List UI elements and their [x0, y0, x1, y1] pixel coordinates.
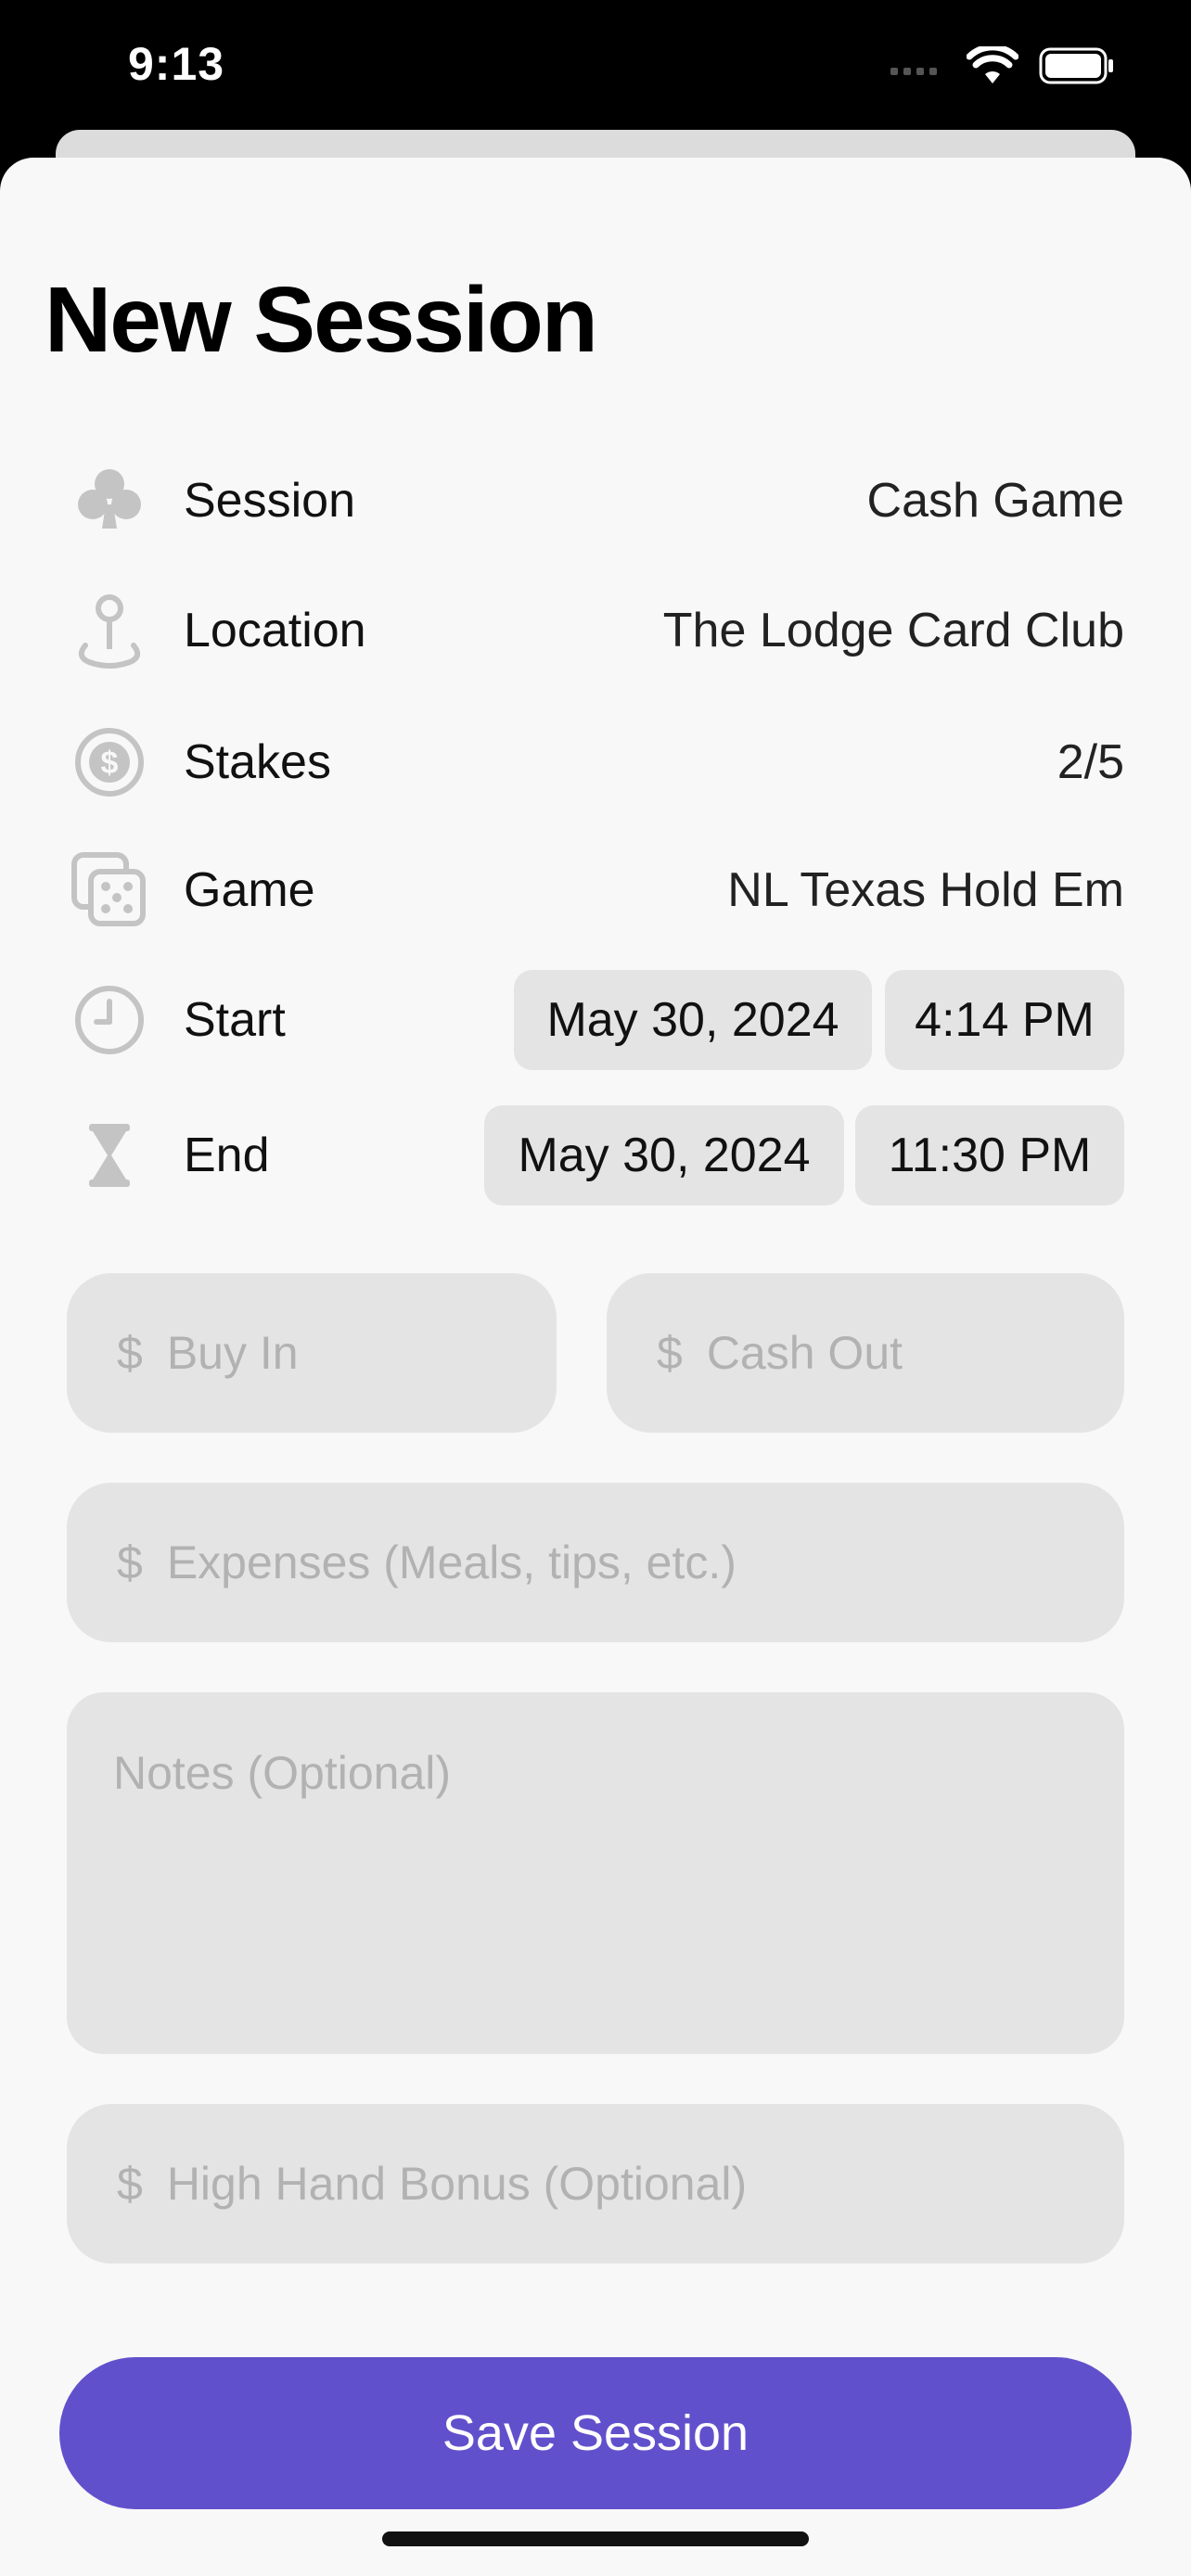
expenses-field[interactable]: $ Expenses (Meals, tips, etc.)	[67, 1483, 1124, 1642]
location-pin-icon	[67, 588, 152, 673]
end-time-picker[interactable]: 11:30 PM	[855, 1105, 1124, 1205]
save-session-button[interactable]: Save Session	[59, 2357, 1132, 2509]
new-session-sheet: New Session Session Cash Game Location T…	[0, 158, 1191, 2576]
status-icons	[890, 44, 1115, 90]
start-time-picker[interactable]: 4:14 PM	[885, 970, 1124, 1070]
stakes-row[interactable]: $ Stakes 2/5	[67, 711, 1124, 813]
end-label: End	[184, 1129, 270, 1182]
status-time: 9:13	[128, 38, 225, 90]
cellular-signal-icon	[890, 57, 946, 80]
expenses-placeholder: Expenses (Meals, tips, etc.)	[166, 1537, 736, 1588]
cash-out-placeholder: Cash Out	[706, 1327, 903, 1379]
expenses-currency: $	[117, 1537, 143, 1588]
start-label: Start	[184, 993, 286, 1047]
high-hand-currency: $	[117, 2158, 143, 2210]
dice-icon	[67, 848, 152, 933]
stakes-value[interactable]: 2/5	[1057, 734, 1124, 790]
notes-placeholder: Notes (Optional)	[113, 1747, 452, 1799]
buy-in-field[interactable]: $ Buy In	[67, 1273, 557, 1433]
high-hand-placeholder: High Hand Bonus (Optional)	[166, 2158, 748, 2210]
page-title: New Session	[45, 268, 598, 372]
game-label: Game	[184, 863, 315, 917]
buy-in-currency: $	[117, 1327, 143, 1379]
location-label: Location	[184, 604, 366, 657]
dollar-circle-icon: $	[67, 720, 152, 805]
start-date-picker[interactable]: May 30, 2024	[514, 970, 872, 1070]
session-row[interactable]: Session Cash Game	[67, 450, 1124, 552]
wifi-icon	[966, 44, 1019, 90]
notes-textarea[interactable]: Notes (Optional)	[67, 1692, 1124, 2054]
svg-text:$: $	[101, 746, 119, 781]
game-row[interactable]: Game NL Texas Hold Em	[67, 839, 1124, 941]
session-value[interactable]: Cash Game	[867, 473, 1124, 529]
home-indicator	[382, 2531, 809, 2546]
buy-in-placeholder: Buy In	[166, 1327, 299, 1379]
game-value[interactable]: NL Texas Hold Em	[727, 862, 1124, 918]
hourglass-icon	[67, 1113, 152, 1198]
end-date-picker[interactable]: May 30, 2024	[484, 1105, 844, 1205]
clock-icon	[67, 977, 152, 1063]
high-hand-bonus-field[interactable]: $ High Hand Bonus (Optional)	[67, 2104, 1124, 2264]
cash-out-field[interactable]: $ Cash Out	[607, 1273, 1124, 1433]
status-bar: 9:13	[0, 0, 1191, 130]
stakes-label: Stakes	[184, 735, 331, 789]
cash-out-currency: $	[657, 1327, 683, 1379]
club-icon	[67, 458, 152, 543]
location-row[interactable]: Location The Lodge Card Club	[67, 580, 1124, 682]
session-label: Session	[184, 474, 355, 528]
battery-icon	[1039, 47, 1115, 89]
location-value[interactable]: The Lodge Card Club	[663, 603, 1124, 658]
